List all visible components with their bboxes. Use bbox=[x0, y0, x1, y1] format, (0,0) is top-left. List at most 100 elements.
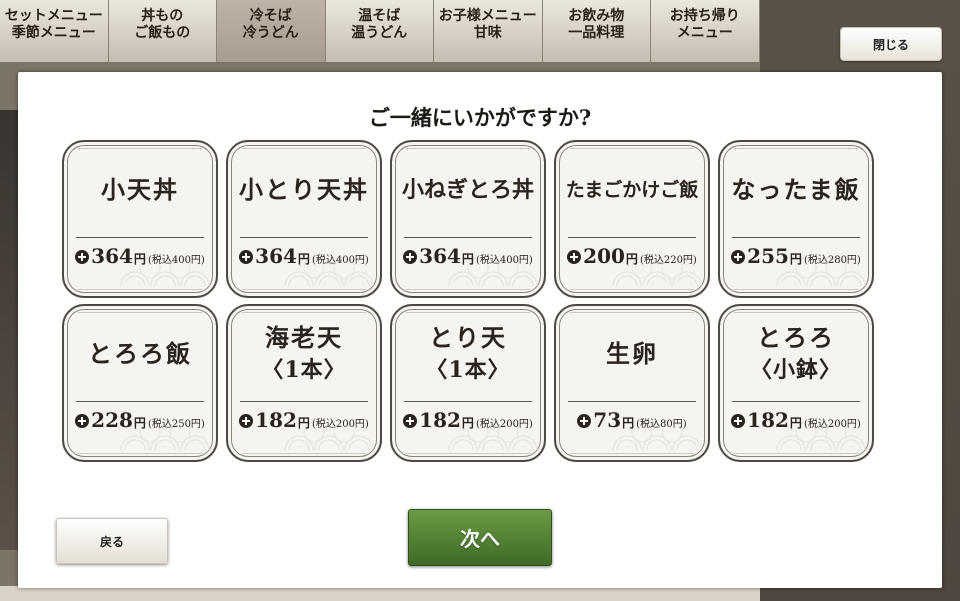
item-price: 182 円 (税込200円) bbox=[720, 408, 872, 436]
suggestion-modal: ご一緒にいかがですか? 小天丼 364 円 (税込400円) 小とり天丼 364 円 (税込… bbox=[18, 72, 942, 588]
tab-label-line2: 温うどん bbox=[351, 25, 408, 41]
price-value: 364 bbox=[255, 244, 297, 268]
background-footer bbox=[0, 586, 760, 601]
item-name: 小ねぎとろ丼 bbox=[401, 177, 534, 203]
item-price: 228 円 (税込250円) bbox=[64, 408, 216, 436]
item-name-block: 海老天〈1本〉 bbox=[228, 306, 380, 402]
item-price: 364 円 (税込400円) bbox=[64, 244, 216, 272]
divider bbox=[404, 237, 532, 238]
category-tabbar: セットメニュー 季節メニュー 丼もの ご飯もの 冷そば 冷うどん 温そば 温うどん お子… bbox=[0, 0, 760, 62]
menu-item-card[interactable]: なったま飯 255 円 (税込280円) bbox=[718, 140, 874, 298]
item-sub: 〈1本〉 bbox=[425, 357, 511, 383]
plus-circle-icon bbox=[403, 250, 418, 264]
price-tax: (税込400円) bbox=[311, 255, 369, 266]
modal-title: ご一緒にいかがですか? bbox=[368, 105, 592, 130]
price-tax: (税込200円) bbox=[475, 419, 533, 430]
close-button[interactable]: 閉じる bbox=[840, 27, 942, 61]
item-name-block: とろろ 〈小鉢〉 bbox=[720, 306, 872, 402]
item-name: 海老天 bbox=[265, 323, 343, 352]
divider bbox=[568, 401, 696, 402]
divider bbox=[732, 401, 860, 402]
price-yen: 円 bbox=[133, 252, 146, 266]
menu-item-card[interactable]: とり天〈1本〉 182 円 (税込200円) bbox=[390, 304, 546, 462]
item-price: 182 円 (税込200円) bbox=[392, 408, 544, 436]
menu-item-card[interactable]: 小とり天丼 364 円 (税込400円) bbox=[226, 140, 382, 298]
tab-set-seasonal[interactable]: セットメニュー 季節メニュー bbox=[0, 0, 109, 62]
menu-item-card[interactable]: 小天丼 364 円 (税込400円) bbox=[62, 140, 218, 298]
tab-label-line1: お持ち帰り bbox=[669, 8, 740, 24]
item-name: なったま飯 bbox=[731, 175, 861, 204]
price-value: 182 bbox=[419, 408, 461, 432]
divider bbox=[404, 401, 532, 402]
item-name: とろろ bbox=[757, 323, 835, 352]
background-image-strip bbox=[0, 110, 18, 550]
tab-donburi-rice[interactable]: 丼もの ご飯もの bbox=[108, 0, 217, 62]
tab-label-line2: 一品料理 bbox=[568, 25, 625, 41]
price-tax: (税込80円) bbox=[636, 419, 687, 430]
tab-takeout[interactable]: お持ち帰り メニュー bbox=[651, 0, 760, 62]
menu-item-card[interactable]: 小ねぎとろ丼 364 円 (税込400円) bbox=[390, 140, 546, 298]
tab-label-line1: 冷そば bbox=[249, 8, 292, 24]
item-grid: 小天丼 364 円 (税込400円) 小とり天丼 364 円 (税込400円) 小ねぎとろ丼… bbox=[62, 140, 874, 462]
divider bbox=[568, 237, 696, 238]
price-value: 255 bbox=[747, 244, 789, 268]
item-sub: 〈1本〉 bbox=[261, 357, 347, 383]
menu-item-card[interactable]: 生卵 73 円 (税込80円) bbox=[554, 304, 710, 462]
price-tax: (税込220円) bbox=[639, 255, 697, 266]
price-value: 182 bbox=[255, 408, 297, 432]
price-value: 182 bbox=[747, 408, 789, 432]
tab-hot-soba-udon[interactable]: 温そば 温うどん bbox=[325, 0, 434, 62]
tab-label-line2: 冷うどん bbox=[242, 25, 299, 41]
plus-circle-icon bbox=[567, 250, 582, 264]
item-name-block: 小とり天丼 bbox=[228, 142, 380, 238]
price-tax: (税込200円) bbox=[311, 419, 369, 430]
item-sub: 〈小鉢〉 bbox=[749, 357, 842, 383]
plus-circle-icon bbox=[75, 414, 90, 428]
plus-circle-icon bbox=[731, 250, 746, 264]
plus-circle-icon bbox=[75, 250, 90, 264]
tab-label-line2: 甘味 bbox=[473, 25, 502, 41]
tab-cold-soba-udon[interactable]: 冷そば 冷うどん bbox=[217, 0, 326, 62]
item-price: 182 円 (税込200円) bbox=[228, 408, 380, 436]
menu-item-card[interactable]: とろろ〈小鉢〉 182 円 (税込200円) bbox=[718, 304, 874, 462]
item-name: 小とり天丼 bbox=[239, 175, 369, 204]
price-yen: 円 bbox=[789, 416, 802, 430]
tab-label-line1: 温そば bbox=[358, 8, 401, 24]
price-tax: (税込400円) bbox=[475, 255, 533, 266]
price-value: 364 bbox=[419, 244, 461, 268]
price-yen: 円 bbox=[297, 416, 310, 430]
item-name-block: とろろ飯 bbox=[64, 306, 216, 402]
tab-label-line1: お子様メニュー bbox=[438, 8, 537, 24]
menu-item-card[interactable]: たまごかけご飯 200 円 (税込220円) bbox=[554, 140, 710, 298]
price-tax: (税込400円) bbox=[147, 255, 205, 266]
item-name: たまごかけご飯 bbox=[565, 179, 699, 201]
tab-kids-sweets[interactable]: お子様メニュー 甘味 bbox=[434, 0, 543, 62]
plus-circle-icon bbox=[239, 250, 254, 264]
item-price: 73 円 (税込80円) bbox=[556, 408, 708, 436]
divider bbox=[240, 401, 368, 402]
tab-drinks-sides[interactable]: お飲み物 一品料理 bbox=[542, 0, 651, 62]
plus-circle-icon bbox=[403, 414, 418, 428]
item-name-block: 小天丼 bbox=[64, 142, 216, 238]
item-name: とり天 bbox=[429, 323, 507, 352]
divider bbox=[240, 237, 368, 238]
item-name-block: とり天〈1本〉 bbox=[392, 306, 544, 402]
plus-circle-icon bbox=[577, 414, 592, 428]
divider bbox=[76, 237, 204, 238]
tab-label-line2: 季節メニュー bbox=[11, 25, 96, 41]
next-button[interactable]: 次へ bbox=[408, 509, 552, 566]
item-price: 364 円 (税込400円) bbox=[228, 244, 380, 272]
price-tax: (税込280円) bbox=[803, 255, 861, 266]
item-name-block: たまごかけご飯 bbox=[556, 142, 708, 238]
back-button[interactable]: 戻る bbox=[56, 518, 168, 564]
price-value: 200 bbox=[583, 244, 625, 268]
item-name: 小天丼 bbox=[101, 175, 179, 204]
price-tax: (税込250円) bbox=[147, 419, 205, 430]
menu-item-card[interactable]: とろろ飯 228 円 (税込250円) bbox=[62, 304, 218, 462]
tab-label-line1: お飲み物 bbox=[568, 8, 625, 24]
price-tax: (税込200円) bbox=[803, 419, 861, 430]
price-value: 73 bbox=[593, 408, 622, 432]
price-yen: 円 bbox=[461, 416, 474, 430]
menu-item-card[interactable]: 海老天〈1本〉 182 円 (税込200円) bbox=[226, 304, 382, 462]
item-price: 200 円 (税込220円) bbox=[556, 244, 708, 272]
